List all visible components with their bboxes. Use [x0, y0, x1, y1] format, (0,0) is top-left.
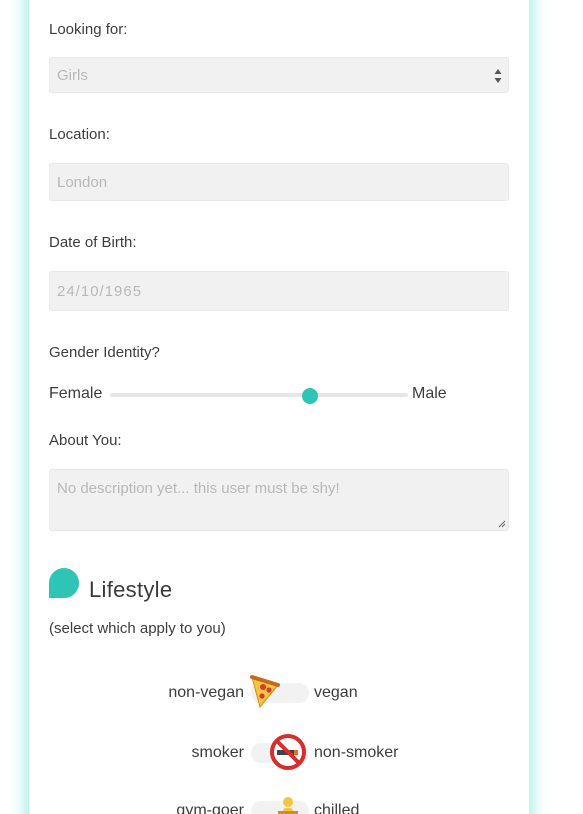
no-smoking-icon [269, 733, 307, 771]
gender-left-label: Female [49, 385, 103, 402]
smoking-right-label: non-smoker [314, 744, 399, 761]
smoking-toggle-row: smoker non-smoker [29, 732, 529, 772]
resize-grip-icon[interactable] [498, 520, 506, 528]
gender-slider-track[interactable] [110, 393, 408, 397]
location-input[interactable]: London [49, 163, 509, 201]
fitness-toggle[interactable] [251, 797, 309, 814]
select-arrows-icon [494, 69, 502, 83]
diet-right-label: vegan [314, 684, 358, 701]
location-label: Location: [49, 126, 110, 143]
person-icon [269, 793, 307, 814]
dob-placeholder: 24/10/1965 [57, 282, 143, 300]
about-placeholder: No description yet... this user must be … [57, 480, 340, 497]
fitness-left-label: gym-goer [176, 802, 244, 814]
looking-for-label: Looking for: [49, 21, 128, 38]
diet-toggle-row: non-vegan vegan [29, 672, 529, 712]
gender-label: Gender Identity? [49, 344, 160, 361]
dob-label: Date of Birth: [49, 234, 137, 251]
pizza-icon [247, 673, 285, 711]
about-textarea[interactable]: No description yet... this user must be … [49, 469, 509, 531]
lifestyle-subtitle: (select which apply to you) [49, 620, 226, 637]
lifestyle-title: Lifestyle [89, 577, 173, 602]
fitness-toggle-row: gym-goer chilled [29, 790, 529, 814]
smoking-left-label: smoker [191, 744, 244, 761]
dob-input[interactable]: 24/10/1965 [49, 271, 509, 311]
speech-bubble-icon [49, 568, 79, 598]
diet-left-label: non-vegan [168, 684, 244, 701]
gender-slider-thumb[interactable] [301, 388, 318, 404]
fitness-right-label: chilled [314, 802, 360, 814]
gender-right-label: Male [412, 385, 447, 402]
looking-for-select[interactable]: Girls [49, 57, 509, 93]
gender-slider: Female Male [49, 382, 469, 406]
location-placeholder: London [57, 173, 108, 191]
smoking-toggle[interactable] [251, 734, 309, 770]
about-label: About You: [49, 432, 122, 449]
diet-toggle[interactable] [250, 675, 309, 709]
looking-for-value: Girls [57, 66, 88, 84]
